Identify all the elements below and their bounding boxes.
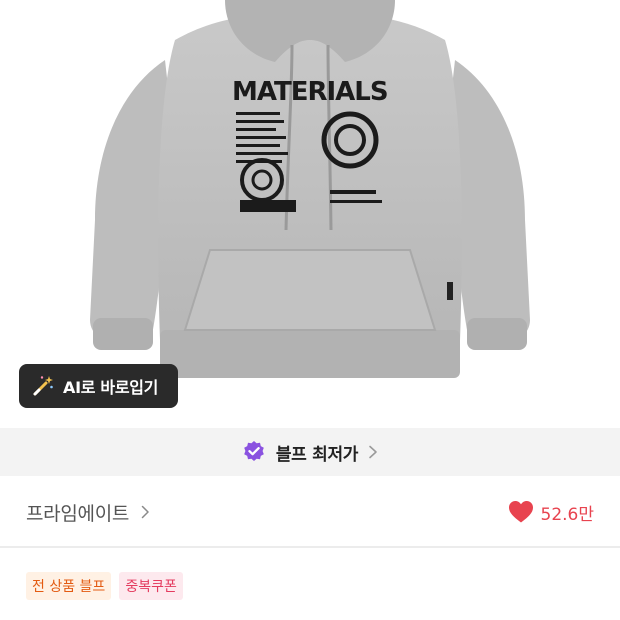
promo-tags: 전 상품 블프 중복쿠폰 [26,572,183,600]
magic-wand-icon [33,376,53,396]
best-price-banner[interactable]: 블프 최저가 [0,428,620,476]
heart-icon [508,501,533,523]
like-count: 52.6만 [540,504,595,525]
section-divider [0,546,620,548]
promo-tag-sale: 전 상품 블프 [26,572,112,600]
product-detail-page: MATERIALS AI로 바로입기 블프 최저가 프라임에이트 52.6만 전… [0,0,620,620]
promo-tag-coupon: 중복쿠폰 [119,572,183,600]
verified-badge-icon [244,441,264,461]
svg-text:MATERIALS: MATERIALS [232,77,388,107]
chevron-right-icon [369,445,377,459]
chevron-right-icon[interactable] [141,505,150,519]
brand-name-link[interactable]: 프라임에이트 [26,499,129,526]
ai-tryon-label: AI로 바로입기 [63,378,159,397]
brand-row: 프라임에이트 52.6만 [0,476,620,548]
like-button[interactable]: 52.6만 [508,500,595,525]
best-price-label: 블프 최저가 [275,444,359,465]
ai-tryon-button[interactable]: AI로 바로입기 [19,364,178,408]
